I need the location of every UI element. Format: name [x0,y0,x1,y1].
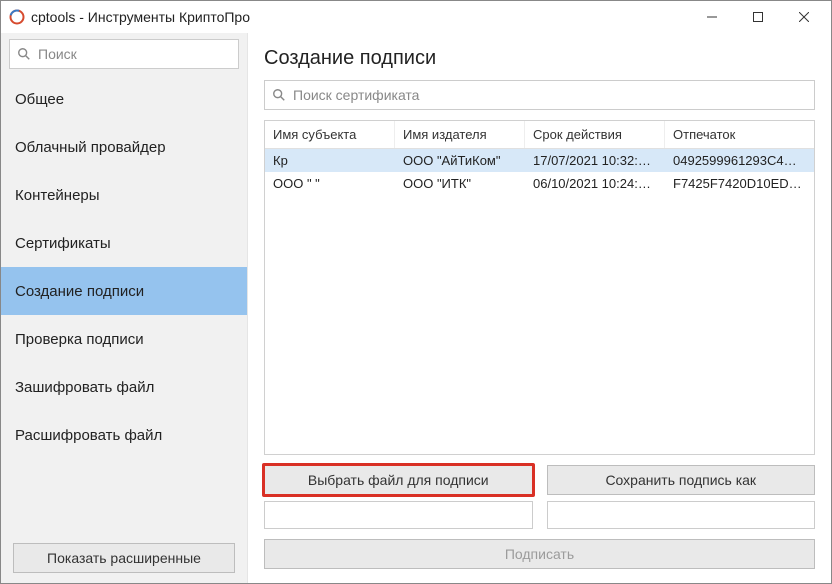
cell-subject: Кр [265,149,395,172]
sidebar-item[interactable]: Проверка подписи [1,315,247,363]
save-signature-as-button[interactable]: Сохранить подпись как [547,465,816,495]
sidebar-item[interactable]: Облачный провайдер [1,123,247,171]
table-row[interactable]: КрООО "АйТиКом"17/07/2021 10:32:…0492599… [265,149,814,172]
app-window: cptools - Инструменты КриптоПро ОбщееОбл… [0,0,832,584]
main-panel: Создание подписи Имя субъекта Имя издате… [248,33,831,583]
col-thumbprint[interactable]: Отпечаток [665,121,814,148]
choose-file-path[interactable] [264,501,533,529]
search-icon [16,46,32,62]
content: ОбщееОблачный провайдерКонтейнерыСертифи… [1,33,831,583]
cell-subject: ООО " " [265,172,395,195]
window-title: cptools - Инструменты КриптоПро [31,9,250,25]
sidebar-item[interactable]: Расшифровать файл [1,411,247,459]
cert-table: Имя субъекта Имя издателя Срок действия … [264,120,815,455]
cell-expiry: 17/07/2021 10:32:… [525,149,665,172]
cell-thumbprint: 0492599961293C4… [665,149,814,172]
cert-search[interactable] [264,80,815,110]
minimize-button[interactable] [689,1,735,33]
sidebar-search[interactable] [9,39,239,69]
cell-issuer: ООО "АйТиКом" [395,149,525,172]
col-issuer[interactable]: Имя издателя [395,121,525,148]
sidebar-nav: ОбщееОблачный провайдерКонтейнерыСертифи… [1,75,247,533]
sidebar-item[interactable]: Сертификаты [1,219,247,267]
app-logo-icon [9,9,25,25]
page-title: Создание подписи [264,47,815,70]
show-advanced-button[interactable]: Показать расширенные [13,543,235,573]
sidebar-item[interactable]: Создание подписи [1,267,247,315]
cert-search-input[interactable] [291,86,808,104]
cell-expiry: 06/10/2021 10:24:… [525,172,665,195]
cell-issuer: ООО "ИТК" [395,172,525,195]
titlebar: cptools - Инструменты КриптоПро [1,1,831,33]
sign-button[interactable]: Подписать [264,539,815,569]
sidebar-item[interactable]: Общее [1,75,247,123]
table-body: КрООО "АйТиКом"17/07/2021 10:32:…0492599… [265,149,814,454]
sidebar-item[interactable]: Зашифровать файл [1,363,247,411]
sidebar: ОбщееОблачный провайдерКонтейнерыСертифи… [1,33,248,583]
sidebar-search-input[interactable] [36,45,232,63]
search-icon [271,87,287,103]
cell-thumbprint: F7425F7420D10ED… [665,172,814,195]
col-subject[interactable]: Имя субъекта [265,121,395,148]
maximize-button[interactable] [735,1,781,33]
save-signature-path[interactable] [547,501,816,529]
table-row[interactable]: ООО " "ООО "ИТК"06/10/2021 10:24:…F7425F… [265,172,814,195]
close-button[interactable] [781,1,827,33]
col-expiry[interactable]: Срок действия [525,121,665,148]
sidebar-item[interactable]: Контейнеры [1,171,247,219]
table-header: Имя субъекта Имя издателя Срок действия … [265,121,814,149]
choose-file-button[interactable]: Выбрать файл для подписи [264,465,533,495]
